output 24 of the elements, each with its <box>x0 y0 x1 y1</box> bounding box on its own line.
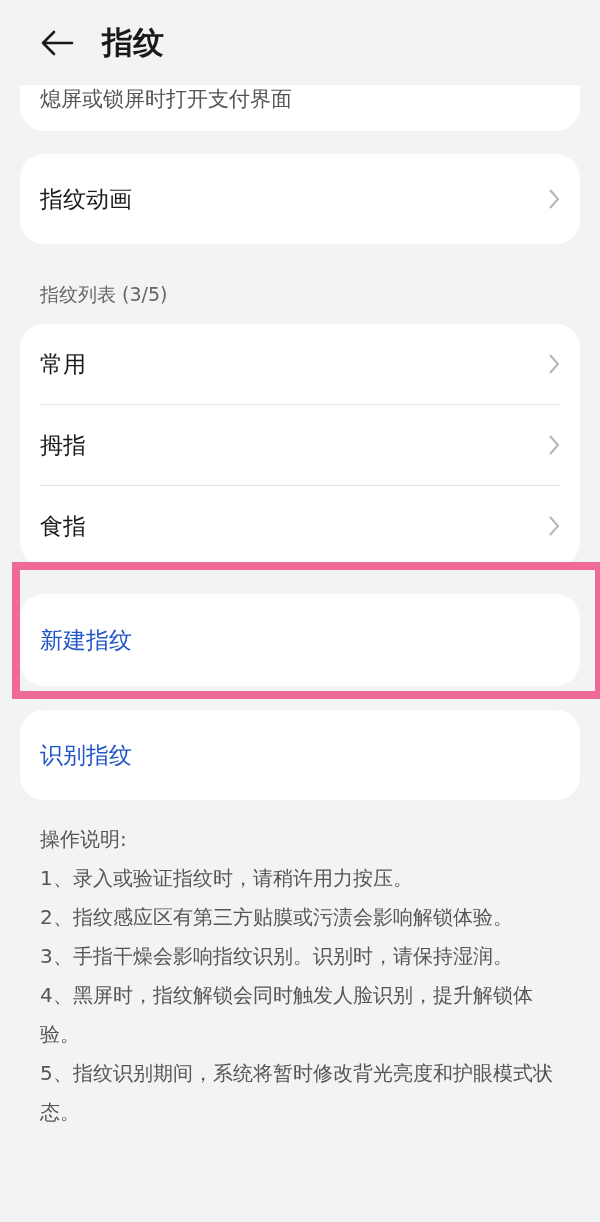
action-link[interactable]: 识别指纹 <box>40 739 132 771</box>
page-title: 指纹 <box>102 22 164 62</box>
notes-title: 操作说明: <box>40 826 128 853</box>
fingerprint-item[interactable]: 食指 <box>40 485 560 566</box>
note-text: 1、录入或验证指纹时，请稍许用力按压。 <box>40 865 414 892</box>
action-link[interactable]: 新建指纹 <box>40 624 132 656</box>
settings-card[interactable]: 指纹动画 <box>20 154 580 244</box>
fingerprint-item[interactable]: 常用 <box>40 324 560 404</box>
note-text: 4、黑屏时，指纹解锁会同时触发人脸识别，提升解锁体验。 <box>40 982 534 1048</box>
action-card[interactable]: 新建指纹 <box>20 594 580 686</box>
chevron-right-icon <box>548 353 560 375</box>
note-text: 2、指纹感应区有第三方贴膜或污渍会影响解锁体验。 <box>40 904 514 931</box>
chevron-right-icon <box>548 515 560 537</box>
back-arrow-icon[interactable] <box>40 29 74 56</box>
settings-card[interactable]: 熄屏或锁屏时打开支付界面 <box>20 85 580 131</box>
setting-label: 指纹动画 <box>40 184 132 214</box>
setting-label: 熄屏或锁屏时打开支付界面 <box>40 86 292 113</box>
chevron-right-icon <box>548 434 560 456</box>
fingerprint-item[interactable]: 拇指 <box>40 404 560 485</box>
action-card[interactable]: 识别指纹 <box>20 710 580 800</box>
chevron-right-icon <box>548 188 560 210</box>
note-text: 3、手指干燥会影响指纹识别。识别时，请保持湿润。 <box>40 943 514 970</box>
section-title: 指纹列表 (3/5) <box>39 282 169 307</box>
note-text: 5、指纹识别期间，系统将暂时修改背光亮度和护眼模式状态。 <box>40 1060 554 1126</box>
